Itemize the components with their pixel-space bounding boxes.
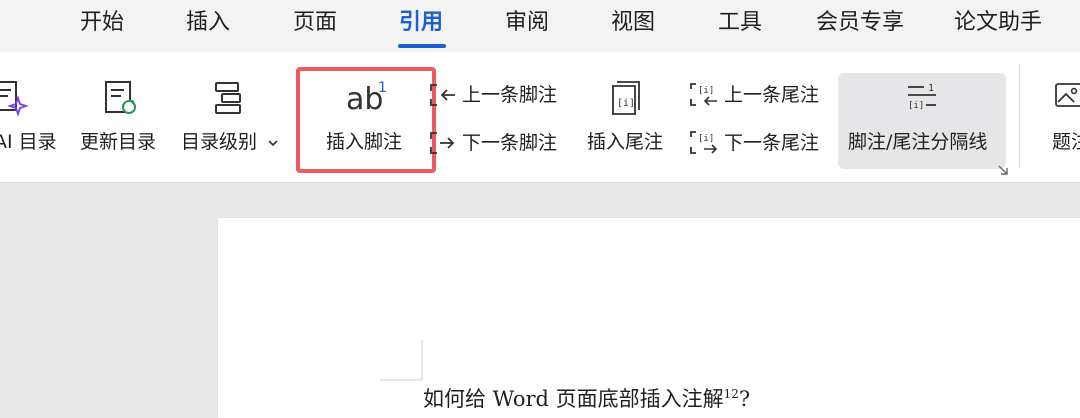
document-text[interactable]: 如何给 Word 页面底部插入注解12? — [423, 384, 750, 414]
update-toc-label: 更新目录 — [80, 131, 157, 153]
tab-view[interactable]: 视图 — [611, 8, 655, 38]
tab-insert[interactable]: 插入 — [186, 8, 230, 38]
next-endnote-label: 下一条尾注 — [724, 132, 820, 154]
prev-endnote-label: 上一条尾注 — [724, 84, 820, 106]
prev-endnote-button[interactable]: [i] 上一条尾注 — [688, 80, 828, 110]
endnote-icon: [i] — [612, 81, 640, 115]
toc-level-label: 目录级别 — [181, 131, 258, 153]
next-footnote-icon — [430, 132, 455, 154]
tab-tools[interactable]: 工具 — [718, 8, 762, 38]
svg-text:[i]: [i] — [617, 98, 635, 109]
tab-paper-assistant[interactable]: 论文助手 — [954, 8, 1042, 38]
prev-endnote-icon: [i] — [690, 83, 717, 106]
caption-label: 题注 — [1052, 131, 1080, 153]
toc-level-icon — [215, 82, 241, 114]
next-endnote-button[interactable]: [i] 下一条尾注 — [688, 128, 828, 158]
ai-toc-button[interactable]: AI 目录 — [0, 78, 70, 168]
next-endnote-icon: [i] — [690, 131, 718, 154]
insert-endnote-label: 插入尾注 — [587, 131, 664, 153]
ribbon-divider — [1019, 64, 1020, 168]
svg-text:[i]: [i] — [698, 86, 714, 96]
next-footnote-label: 下一条脚注 — [462, 132, 558, 154]
svg-text:[i]: [i] — [908, 101, 924, 111]
insert-endnote-button[interactable]: [i] 插入尾注 — [585, 78, 675, 168]
update-toc-button[interactable]: 更新目录 — [80, 78, 166, 168]
toc-level-button[interactable]: 目录级别 — [181, 78, 281, 168]
prev-footnote-label: 上一条脚注 — [462, 84, 558, 106]
svg-text:1: 1 — [928, 83, 934, 94]
active-tab-indicator — [398, 44, 446, 48]
prev-footnote-button[interactable]: 上一条脚注 — [428, 80, 568, 110]
tab-home[interactable]: 开始 — [80, 8, 124, 38]
image-caption-icon — [1055, 83, 1080, 107]
margin-corner-mark — [380, 340, 423, 381]
next-footnote-button[interactable]: 下一条脚注 — [428, 128, 568, 158]
separator-label: 脚注/尾注分隔线 — [848, 131, 988, 153]
document-sentence-end: ? — [738, 387, 751, 411]
tab-bar: 开始 插入 页面 引用 审阅 视图 工具 会员专享 论文助手 — [0, 0, 1080, 52]
caption-button[interactable]: 题注 — [1040, 78, 1080, 168]
ai-toc-icon — [0, 81, 28, 117]
update-toc-icon — [105, 81, 136, 114]
highlight-box — [296, 67, 436, 173]
ai-toc-label: AI 目录 — [0, 131, 57, 153]
prev-footnote-icon — [430, 84, 455, 106]
document-sentence: 如何给 Word 页面底部插入注解 — [423, 387, 724, 411]
tab-member[interactable]: 会员专享 — [816, 8, 904, 38]
tab-review[interactable]: 审阅 — [505, 8, 549, 38]
separator-icon: 1 [i] — [908, 83, 936, 111]
separator-button[interactable]: 1 [i] 脚注/尾注分隔线 — [840, 78, 1006, 168]
dialog-launcher-icon[interactable] — [996, 163, 1010, 177]
tab-references[interactable]: 引用 — [399, 8, 443, 38]
svg-text:[i]: [i] — [698, 134, 714, 144]
footnote-reference: 12 — [723, 387, 739, 401]
chevron-down-icon — [268, 140, 278, 147]
tab-page[interactable]: 页面 — [293, 8, 337, 38]
